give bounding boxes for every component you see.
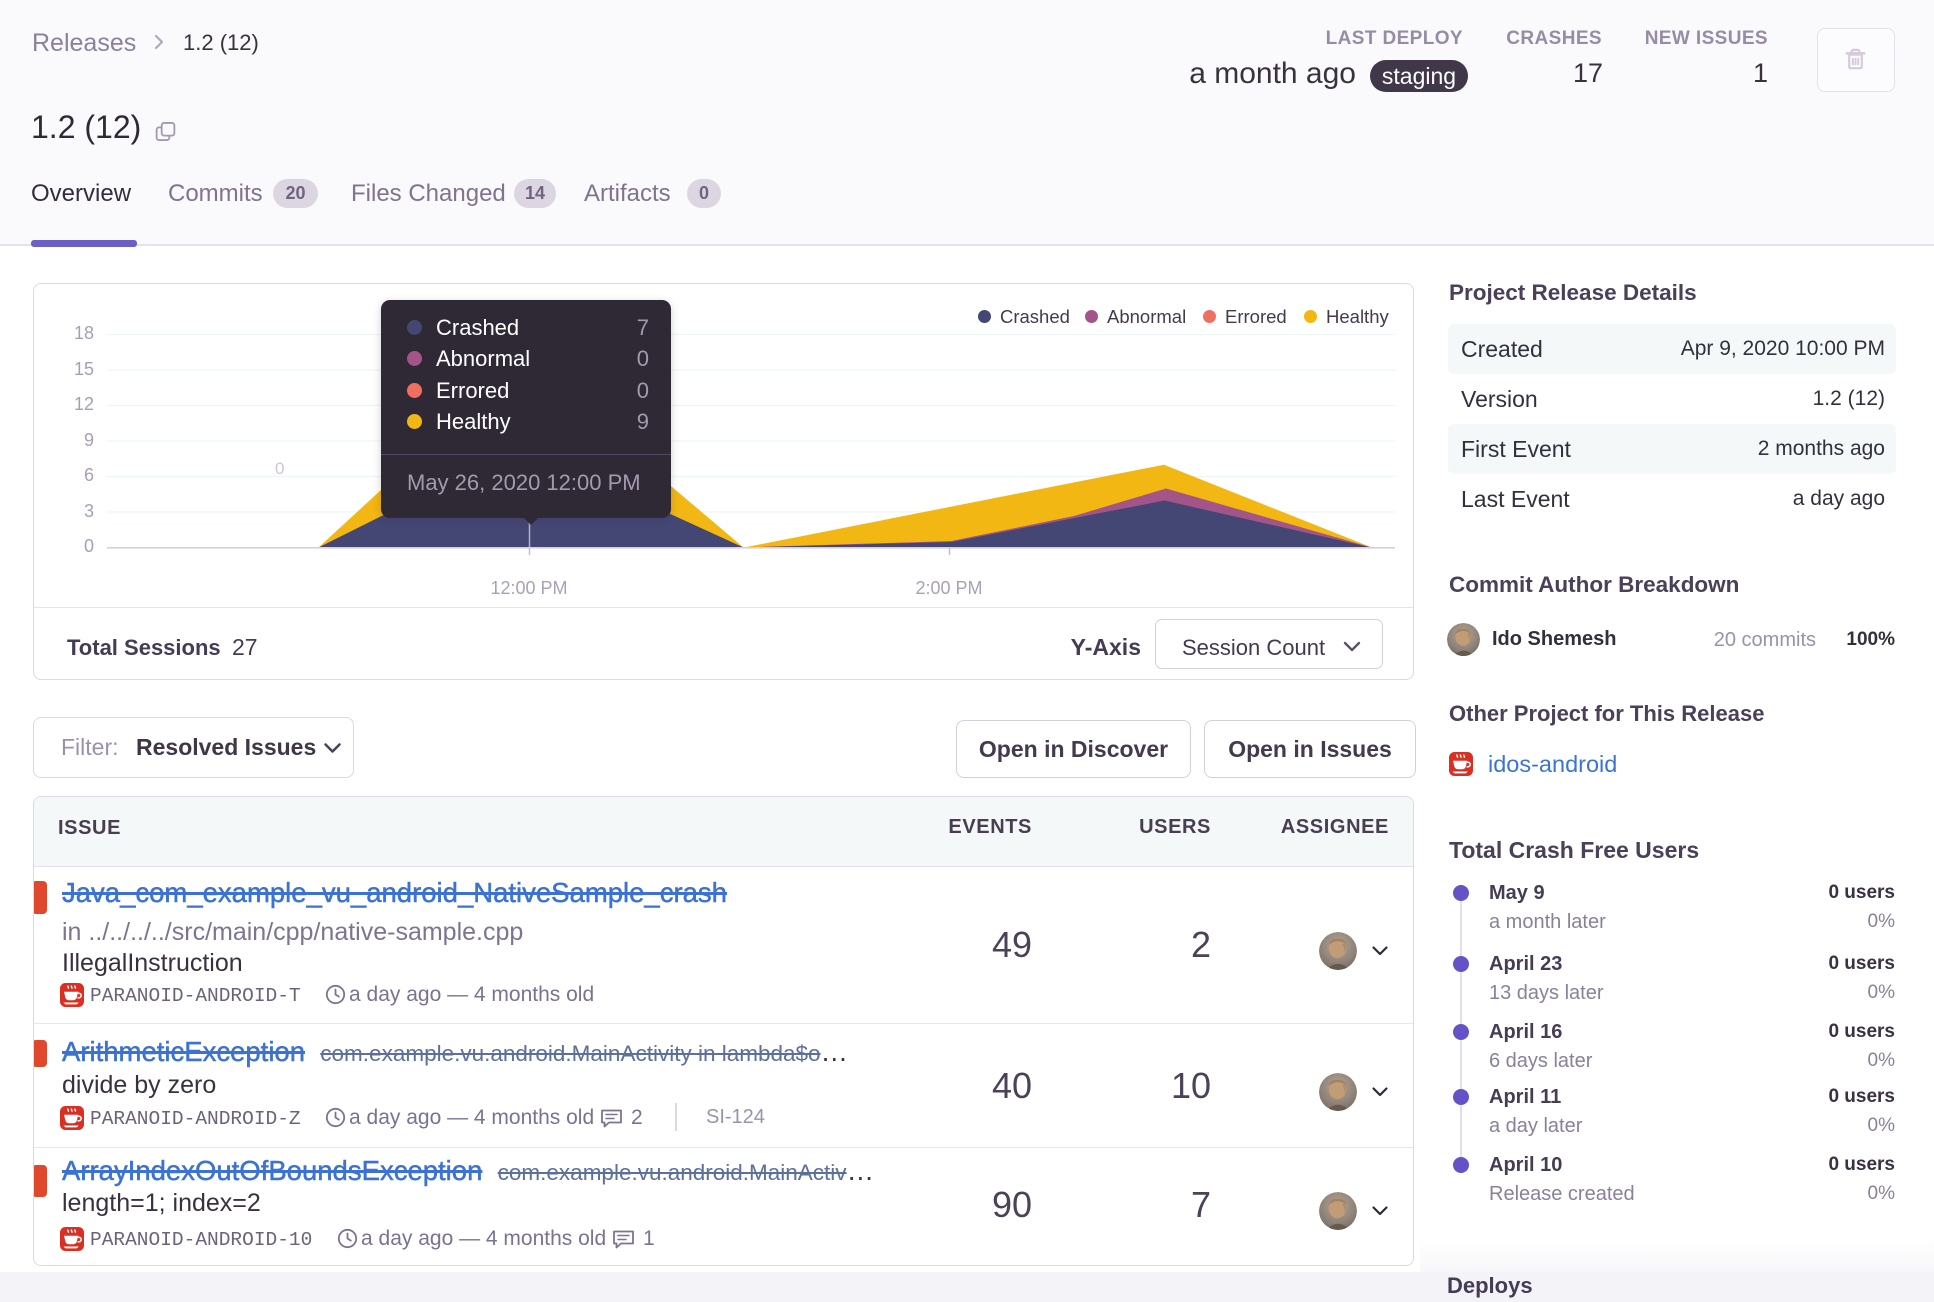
svg-text:0: 0: [275, 459, 284, 478]
